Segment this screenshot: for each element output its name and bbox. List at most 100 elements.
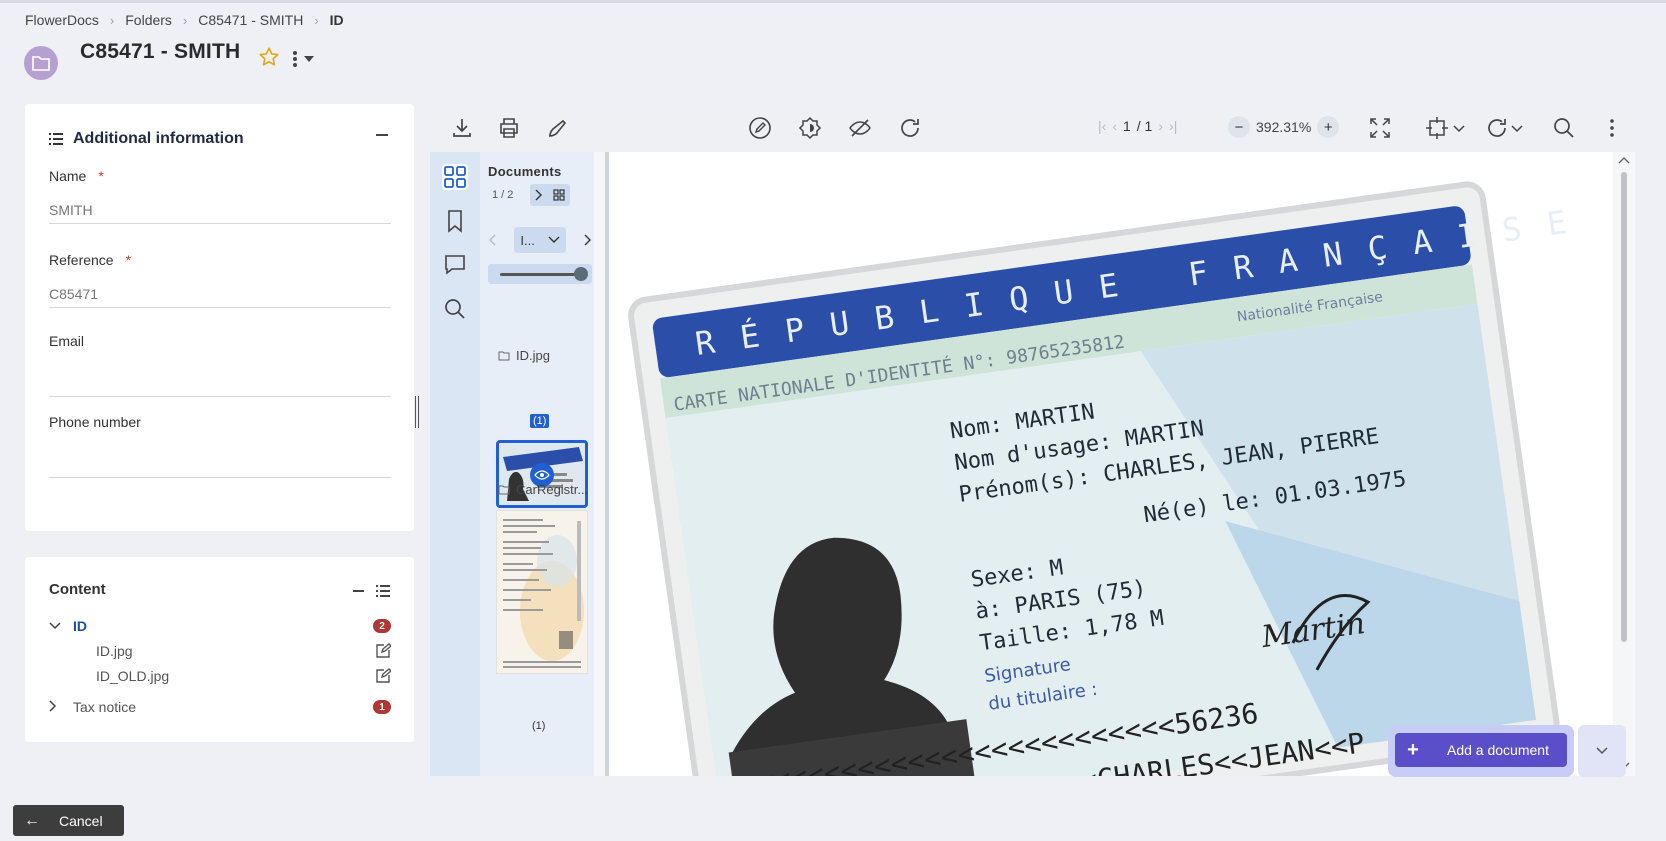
tree-folder-id[interactable]: ID 2: [49, 615, 391, 637]
tree-folder-tax-notice[interactable]: Tax notice 1: [49, 696, 391, 718]
additional-information-panel: Additional information Name * SMITH Refer…: [25, 104, 414, 531]
scroll-thumb[interactable]: [1621, 172, 1627, 642]
rotate-icon[interactable]: [1485, 116, 1509, 140]
file-name[interactable]: ID.jpg: [96, 643, 133, 659]
panel-resize-handle[interactable]: [413, 396, 421, 428]
document-selector-row: I...: [488, 226, 592, 254]
plus-icon: +: [1407, 738, 1419, 761]
reference-input[interactable]: C85471: [49, 286, 391, 308]
chevron-down-icon: [548, 236, 560, 243]
download-icon[interactable]: [450, 116, 474, 140]
add-document-button[interactable]: + Add a document: [1395, 733, 1567, 767]
more-vertical-icon[interactable]: [1600, 116, 1624, 140]
chevron-right-icon: [535, 189, 542, 201]
edit-icon[interactable]: [375, 643, 391, 659]
document-group-label: ID.jpg: [498, 348, 550, 363]
search-icon[interactable]: [442, 296, 468, 322]
rotate-options-caret-icon[interactable]: [1510, 116, 1524, 140]
thumbnails-title: Documents: [488, 164, 562, 179]
folder-actions-menu-button[interactable]: [292, 48, 322, 70]
tree-folder-label[interactable]: ID: [73, 618, 87, 634]
scroll-up-icon[interactable]: [1618, 156, 1630, 164]
current-page[interactable]: 1: [1123, 118, 1131, 134]
document-group-label: CarRegistr...: [498, 482, 588, 497]
fit-options-caret-icon[interactable]: [1452, 116, 1466, 140]
contrast-icon[interactable]: [798, 116, 822, 140]
document-count: 1 / 2: [492, 189, 514, 201]
chevron-right-icon[interactable]: [584, 234, 592, 246]
tree-folder-label[interactable]: Tax notice: [73, 699, 136, 715]
chevron-down-icon[interactable]: [49, 619, 65, 633]
thumbnail-size-slider[interactable]: [488, 264, 592, 284]
thumbnails-panel: Documents 1 / 2 I... ID.jpg (1) CarRegis…: [480, 152, 594, 776]
previous-page-icon[interactable]: ‹: [1112, 118, 1117, 134]
fullscreen-icon[interactable]: [1368, 116, 1392, 140]
additional-information-title: Additional information: [73, 130, 244, 147]
star-icon: [259, 47, 279, 66]
fit-page-icon[interactable]: [1425, 116, 1449, 140]
annotate-icon[interactable]: [748, 116, 772, 140]
document-select[interactable]: I...: [514, 227, 566, 253]
pager: |‹ ‹ 1 / 1 › ›|: [1098, 118, 1177, 134]
thumbnail-car-registration[interactable]: [496, 510, 588, 674]
email-input[interactable]: [49, 371, 391, 397]
cancel-label: Cancel: [59, 812, 103, 829]
cancel-button[interactable]: ← Cancel: [13, 805, 124, 836]
viewer-side-rail: [430, 152, 480, 776]
file-name[interactable]: ID_OLD.jpg: [96, 668, 169, 684]
refresh-icon[interactable]: [898, 116, 922, 140]
chevron-right-icon: ›: [109, 12, 115, 28]
document-canvas[interactable]: RÉPUBLIQUE FRANÇAISE Nationalité Françai…: [605, 152, 1613, 776]
breadcrumb-flowerdocs[interactable]: FlowerDocs: [25, 12, 99, 28]
name-input[interactable]: SMITH: [49, 202, 391, 224]
search-icon[interactable]: [1552, 116, 1576, 140]
next-page-icon[interactable]: ›: [1158, 118, 1163, 134]
email-label: Email: [49, 333, 85, 349]
breadcrumb-folder[interactable]: C85471 - SMITH: [198, 12, 303, 28]
folder-icon: [498, 485, 510, 494]
required-marker: *: [125, 252, 132, 268]
collapse-info-button[interactable]: [376, 134, 388, 136]
print-icon[interactable]: [497, 116, 521, 140]
folder-avatar: [24, 46, 58, 80]
zoom-out-icon[interactable]: −: [1228, 116, 1250, 138]
page-title: C85471 - SMITH: [80, 40, 241, 63]
list-view-icon[interactable]: [376, 585, 390, 597]
chevron-right-icon: ›: [182, 12, 188, 28]
arrow-left-icon: ←: [24, 811, 40, 829]
zoom-in-icon[interactable]: +: [1317, 116, 1340, 138]
favorite-star-button[interactable]: [258, 46, 282, 70]
grid-icon: [553, 189, 565, 201]
viewer-scrollbar[interactable]: [1613, 152, 1635, 776]
collapse-content-button[interactable]: [353, 590, 364, 592]
tree-file-item[interactable]: ID_OLD.jpg: [96, 665, 391, 687]
reference-label: Reference: [49, 252, 114, 268]
document-viewer: |‹ ‹ 1 / 1 › ›| − 392.31% + Documents 1 …: [430, 104, 1635, 776]
thumbnail-id-jpg[interactable]: [496, 440, 588, 508]
edit-icon[interactable]: [375, 668, 391, 684]
next-document-button[interactable]: [530, 184, 570, 206]
add-document-options-button[interactable]: [1578, 725, 1626, 777]
caret-down-icon: [304, 56, 314, 62]
name-label: Name: [49, 168, 87, 184]
name-field: Name * SMITH: [49, 168, 391, 224]
comment-icon[interactable]: [442, 252, 468, 278]
chevron-left-icon[interactable]: [488, 234, 496, 246]
first-page-icon[interactable]: |‹: [1098, 118, 1106, 134]
phone-input[interactable]: [49, 452, 391, 478]
hide-annotations-icon[interactable]: [848, 116, 872, 140]
zoom-level[interactable]: 392.31%: [1256, 119, 1311, 135]
chevron-right-icon[interactable]: [49, 699, 65, 715]
last-page-icon[interactable]: ›|: [1169, 118, 1177, 134]
content-title: Content: [49, 581, 106, 598]
breadcrumb-folders[interactable]: Folders: [125, 12, 172, 28]
content-panel: Content ID 2 ID.jpg ID_OLD.jpg Tax notic…: [25, 557, 414, 742]
document-name: CarRegistr...: [516, 482, 589, 497]
breadcrumb-current: ID: [329, 12, 344, 28]
tree-file-item[interactable]: ID.jpg: [96, 640, 391, 662]
add-document-label: Add a document: [1447, 742, 1549, 758]
thumbnails-icon[interactable]: [442, 164, 468, 190]
sign-icon[interactable]: [545, 116, 569, 140]
bookmark-icon[interactable]: [442, 208, 468, 234]
slider-knob[interactable]: [574, 267, 588, 281]
